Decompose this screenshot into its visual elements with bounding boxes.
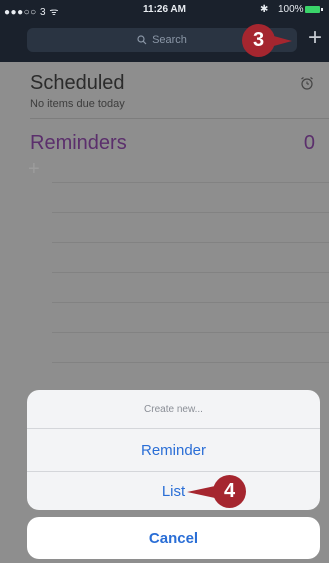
new-reminder-plus-icon[interactable]: + <box>28 158 40 181</box>
alarm-clock-icon <box>301 77 313 90</box>
divider <box>30 118 329 119</box>
add-list-button[interactable]: + <box>304 26 326 52</box>
bluetooth-icon: ✱ <box>260 4 269 15</box>
search-icon <box>137 35 147 45</box>
step-4-arrow <box>187 486 215 498</box>
ruled-line <box>52 242 329 243</box>
battery-percent: 100% <box>278 4 304 15</box>
scheduled-list-title[interactable]: Scheduled <box>30 72 125 95</box>
navigation-header: ●●●○○ 3 ᯤ 11:26 AM ✱ 100% Search + <box>0 0 329 62</box>
status-bar: ●●●○○ 3 ᯤ 11:26 AM ✱ 100% <box>0 0 329 20</box>
reminders-list-title[interactable]: Reminders <box>30 132 127 155</box>
phone-screen: ●●●○○ 3 ᯤ 11:26 AM ✱ 100% Search + Sched… <box>0 0 329 563</box>
battery-icon <box>305 6 320 13</box>
battery-tip <box>321 8 323 11</box>
action-sheet-title: Create new... <box>144 403 203 415</box>
ruled-line <box>52 302 329 303</box>
ruled-line <box>52 332 329 333</box>
ruled-line <box>52 272 329 273</box>
action-sheet: Create new... Reminder List <box>27 390 320 510</box>
create-reminder-button[interactable]: Reminder <box>27 428 320 472</box>
search-placeholder: Search <box>152 34 187 46</box>
create-list-button[interactable]: List <box>27 471 320 510</box>
step-4-callout: 4 <box>213 475 246 508</box>
scheduled-list-subtitle: No items due today <box>30 98 125 110</box>
ruled-line <box>52 182 329 183</box>
cancel-button[interactable]: Cancel <box>27 517 320 559</box>
ruled-line <box>52 362 329 363</box>
ruled-line <box>52 212 329 213</box>
step-3-arrow <box>270 35 292 47</box>
reminders-count: 0 <box>303 132 315 154</box>
